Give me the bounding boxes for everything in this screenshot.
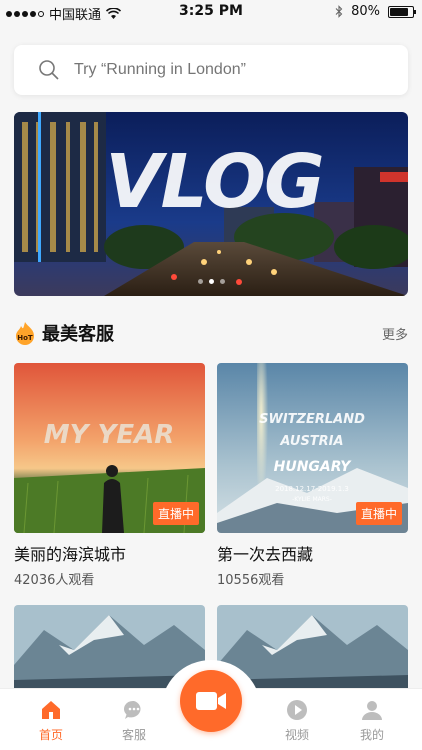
- video-card[interactable]: MY YEAR 直播中 美丽的海滨城市 42036人观看: [14, 363, 205, 588]
- carousel-dot-active[interactable]: [208, 279, 214, 284]
- status-right: 80%: [335, 4, 416, 19]
- svg-text:HUNGARY: HUNGARY: [274, 459, 353, 475]
- status-bar: 中国联通 3:25 PM 80%: [0, 0, 422, 24]
- live-badge: 直播中: [355, 502, 402, 525]
- tab-label: 首页: [38, 728, 63, 742]
- view-count: 10556观看: [217, 573, 285, 588]
- tab-video[interactable]: 视频: [267, 698, 327, 743]
- tab-label: 客服: [121, 728, 146, 742]
- carousel-dot[interactable]: [197, 279, 203, 284]
- svg-text:HoT: HoT: [17, 334, 33, 342]
- search-input[interactable]: [74, 61, 374, 79]
- svg-text:-KYLIE MARS-: -KYLIE MARS-: [292, 496, 332, 503]
- svg-text:2018.12.17-2019.1.3: 2018.12.17-2019.1.3: [275, 485, 349, 493]
- view-count: 42036人观看: [14, 573, 95, 588]
- battery-icon: [388, 5, 416, 18]
- video-card[interactable]: SWITZERLAND AUSTRIA HUNGARY 2018.12.17-2…: [217, 363, 408, 588]
- hot-fire-icon: HoT: [16, 322, 34, 345]
- battery-percent: 80%: [351, 4, 380, 19]
- search-icon: [39, 60, 59, 80]
- video-camera-icon: [196, 692, 226, 710]
- svg-text:SWITZERLAND: SWITZERLAND: [259, 412, 365, 427]
- tab-service[interactable]: 客服: [104, 698, 164, 743]
- banner-title-art: VLOG: [105, 139, 322, 225]
- bluetooth-icon: [335, 5, 343, 18]
- section-title: 最美客服: [42, 324, 114, 345]
- profile-icon: [362, 701, 382, 720]
- search-bar[interactable]: [14, 45, 408, 95]
- more-link[interactable]: 更多: [382, 324, 408, 343]
- banner-image: VLOG: [14, 112, 408, 296]
- video-thumbnail[interactable]: MY YEAR 直播中: [14, 363, 205, 533]
- tab-home[interactable]: 首页: [21, 698, 81, 743]
- home-icon: [42, 701, 60, 719]
- carousel-dot[interactable]: [219, 279, 225, 284]
- card-title: 第一次去西藏: [217, 545, 314, 564]
- video-thumbnail[interactable]: SWITZERLAND AUSTRIA HUNGARY 2018.12.17-2…: [217, 363, 408, 533]
- card-title: 美丽的海滨城市: [14, 545, 127, 564]
- chat-icon: [123, 700, 141, 719]
- play-icon: [287, 700, 307, 720]
- tab-profile[interactable]: 我的: [342, 698, 402, 743]
- record-video-button[interactable]: [180, 670, 242, 732]
- svg-text:AUSTRIA: AUSTRIA: [279, 434, 343, 449]
- tab-label: 视频: [284, 728, 309, 742]
- live-badge: 直播中: [152, 502, 199, 525]
- card-art-text: MY YEAR: [44, 420, 174, 450]
- carousel-indicator: [14, 279, 408, 284]
- section-header: HoT 最美客服 更多: [14, 318, 408, 348]
- tab-label: 我的: [359, 728, 384, 742]
- banner-carousel[interactable]: VLOG: [14, 112, 408, 296]
